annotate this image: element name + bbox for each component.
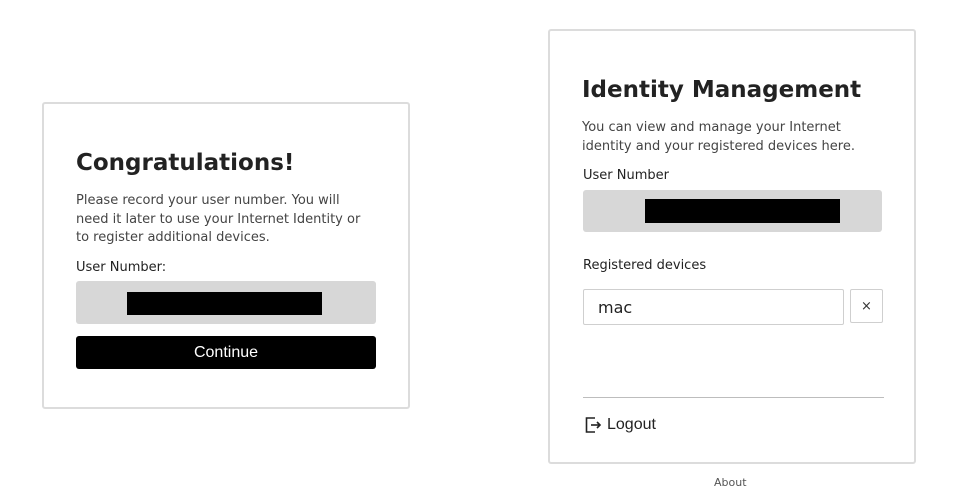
logout-button[interactable]: Logout — [584, 416, 656, 434]
continue-button[interactable]: Continue — [76, 336, 376, 369]
congratulations-title: Congratulations! — [76, 150, 295, 176]
logout-icon — [585, 417, 602, 433]
divider — [583, 397, 884, 398]
remove-device-button[interactable]: × — [850, 289, 883, 323]
user-number-box — [583, 190, 882, 232]
registered-devices-label: Registered devices — [583, 258, 707, 273]
identity-management-card: Identity Management You can view and man… — [548, 29, 916, 464]
user-number-box — [76, 281, 376, 324]
device-item[interactable]: mac — [583, 289, 844, 325]
congratulations-card: Congratulations! Please record your user… — [42, 102, 410, 409]
close-icon: × — [861, 298, 872, 314]
identity-management-description: You can view and manage your Internet id… — [582, 120, 855, 154]
about-link[interactable]: About — [714, 476, 747, 489]
congratulations-description: Please record your user number. You will… — [76, 193, 361, 245]
user-number-label: User Number: — [76, 260, 167, 275]
redacted-user-number — [127, 292, 322, 315]
redacted-user-number — [645, 199, 840, 223]
logout-label: Logout — [607, 416, 656, 433]
page: Congratulations! Please record your user… — [0, 0, 960, 493]
user-number-label: User Number — [583, 168, 669, 183]
device-name: mac — [598, 297, 633, 317]
identity-management-title: Identity Management — [582, 77, 862, 103]
